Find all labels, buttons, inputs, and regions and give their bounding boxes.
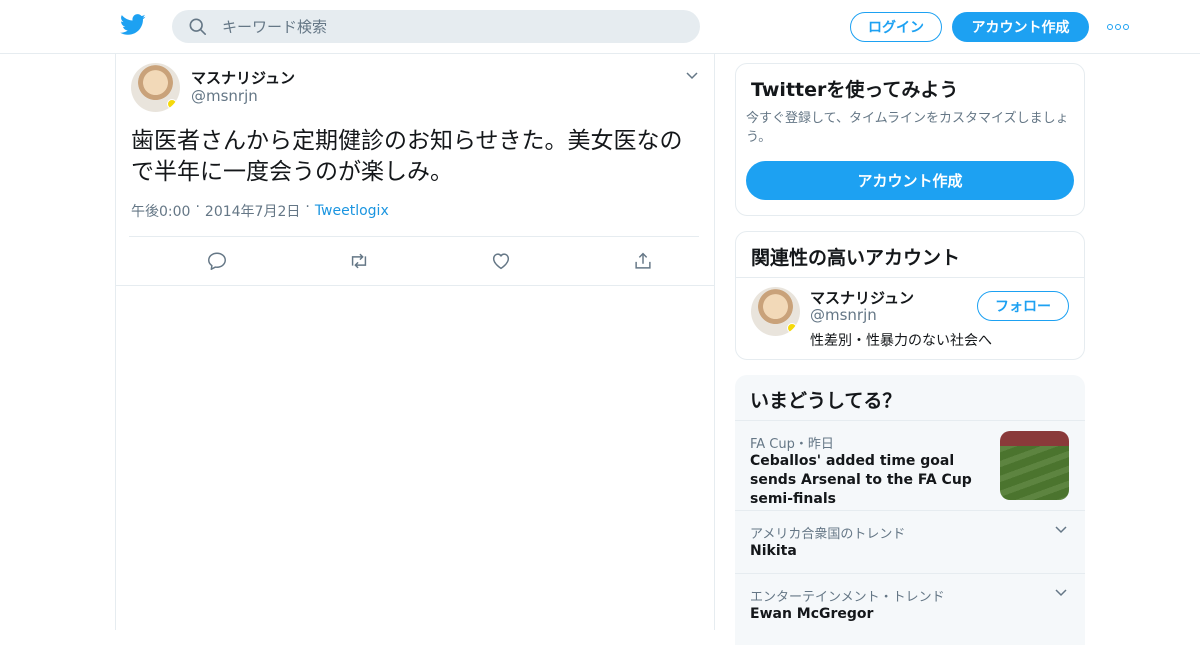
trend-category: FA Cup・昨日 (750, 437, 834, 452)
search-bar[interactable] (172, 10, 700, 43)
login-button[interactable]: ログイン (850, 12, 942, 42)
avatar[interactable] (751, 287, 800, 336)
main-column: マスナリジュン @msnrjn 歯医者さんから定期健診のお知らせきた。美女医なの… (115, 54, 715, 630)
related-account-name[interactable]: マスナリジュン (810, 287, 914, 308)
trend-category: エンターテインメント・トレンド (750, 590, 945, 605)
tweet-text: 歯医者さんから定期健診のお知らせきた。美女医なので半年に一度会うのが楽しみ。 (131, 128, 683, 185)
more-options-icon[interactable] (1106, 20, 1130, 34)
trend-item[interactable]: FA Cup・昨日 Ceballos' added time goal send… (735, 420, 1085, 510)
create-account-button[interactable]: アカウント作成 (746, 161, 1074, 200)
signup-card-description: 今すぐ登録して、タイムラインをカスタマイズしましょう。 (746, 111, 1069, 145)
top-bar: ログイン アカウント作成 (0, 0, 1200, 54)
trend-title: Nikita (750, 543, 797, 559)
chevron-down-icon[interactable] (1054, 523, 1068, 537)
tweet-meta: 午後0:00 · 2014年7月2日 · Tweetlogix (131, 199, 389, 221)
trend-title: Ceballos' added time goal sends Arsenal … (750, 453, 972, 507)
tweet: マスナリジュン @msnrjn 歯医者さんから定期健診のお知らせきた。美女医なの… (116, 54, 714, 286)
share-icon[interactable] (632, 250, 654, 272)
trend-title: Ewan McGregor (750, 606, 874, 622)
like-heart-icon[interactable] (490, 250, 512, 272)
tweet-author-handle[interactable]: @msnrjn (191, 87, 258, 105)
tweet-source-link[interactable]: Tweetlogix (315, 203, 389, 219)
follow-button[interactable]: フォロー (977, 291, 1069, 321)
related-accounts-title: 関連性の高いアカウント (751, 247, 961, 269)
search-input[interactable] (222, 17, 662, 36)
divider (736, 277, 1084, 278)
tweet-date[interactable]: 2014年7月2日 (205, 201, 300, 221)
trend-category: アメリカ合衆国のトレンド (750, 527, 906, 542)
trend-item[interactable]: エンターテインメント・トレンド Ewan McGregor (735, 573, 1085, 636)
related-accounts-card: 関連性の高いアカウント マスナリジュン @msnrjn 性差別・性暴力のない社会… (735, 231, 1085, 360)
meta-separator: · (305, 199, 310, 215)
related-account-bio: 性差別・性暴力のない社会へ (810, 333, 992, 349)
chevron-down-icon[interactable] (685, 69, 699, 83)
chevron-down-icon[interactable] (1054, 586, 1068, 600)
avatar[interactable] (131, 63, 180, 112)
signup-card: Twitterを使ってみよう 今すぐ登録して、タイムラインをカスタマイズしましょ… (735, 63, 1085, 216)
trends-title: いまどうしてる？ (750, 390, 902, 412)
reply-icon[interactable] (206, 250, 228, 272)
meta-separator: · (195, 199, 200, 215)
search-icon (189, 18, 207, 35)
signup-card-title: Twitterを使ってみよう (751, 79, 959, 101)
tweet-actions (129, 236, 699, 286)
related-account-handle[interactable]: @msnrjn (810, 306, 877, 324)
retweet-icon[interactable] (348, 250, 370, 272)
trend-item[interactable]: アメリカ合衆国のトレンド Nikita (735, 510, 1085, 573)
twitter-bird-icon[interactable] (120, 13, 146, 37)
tweet-author-name[interactable]: マスナリジュン (191, 67, 295, 88)
signup-button[interactable]: アカウント作成 (952, 12, 1089, 42)
trends-card: いまどうしてる？ FA Cup・昨日 Ceballos' added time … (735, 375, 1085, 645)
trend-thumbnail (1000, 431, 1069, 500)
tweet-time[interactable]: 午後0:00 (131, 201, 190, 221)
